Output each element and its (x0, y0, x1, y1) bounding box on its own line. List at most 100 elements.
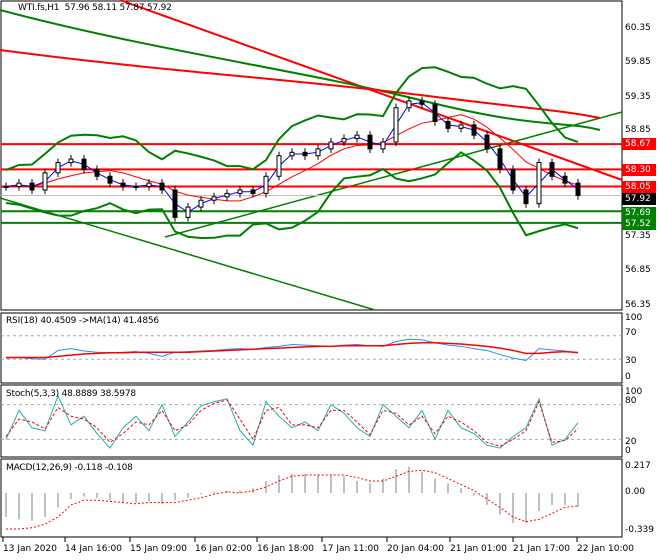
macd-histogram-bar (577, 493, 579, 508)
time-axis-label: 14 Jan 16:00 (65, 544, 122, 554)
candle-body (263, 175, 269, 194)
candle-body (562, 175, 568, 184)
ohlc-values: 57.96 58.11 57.87 57.92 (64, 3, 172, 13)
stoch-axis-label: 80 (625, 396, 637, 406)
candle-body (120, 182, 126, 188)
macd-histogram-bar (512, 493, 514, 523)
macd-histogram-bar (317, 475, 319, 493)
macd-histogram-bar (499, 493, 501, 515)
price-axis-label: 59.85 (625, 57, 651, 67)
candle-body (3, 186, 9, 189)
time-axis-label: 16 Jan 02:00 (195, 544, 252, 554)
macd-histogram-bar (135, 493, 137, 503)
candle-body (289, 151, 295, 157)
trading-chart[interactable] (0, 0, 660, 560)
candle-body (94, 168, 100, 177)
candle-body (159, 182, 165, 191)
price-panel (0, 0, 623, 311)
rsi-axis-label: 70 (625, 328, 637, 338)
price-axis-label: 59.35 (625, 92, 651, 102)
macd-histogram-bar (44, 493, 46, 517)
candle-body (445, 120, 451, 129)
macd-histogram-bar (538, 493, 540, 511)
indicators (1, 335, 622, 542)
candle-body (419, 100, 425, 105)
candle-body (575, 182, 581, 196)
macd-histogram-bar (447, 483, 449, 493)
price-tag-current: 57.92 (622, 193, 656, 205)
rsi-line (5, 338, 579, 362)
macd-axis-label: 0.00 (625, 487, 646, 497)
macd-histogram-bar (31, 493, 33, 521)
candle-body (276, 155, 282, 177)
rsi-axis-label: 30 (625, 356, 637, 366)
price-tag-support: 57.52 (622, 218, 656, 230)
candle-body (354, 134, 360, 140)
candle-body (133, 186, 139, 189)
stoch-k-line (5, 394, 579, 449)
candle-body (432, 103, 438, 122)
macd-histogram-bar (421, 471, 423, 493)
time-axis-label: 20 Jan 04:00 (387, 544, 444, 554)
macd-histogram-bar (122, 493, 124, 503)
time-axis-label: 21 Jan 17:00 (513, 544, 570, 554)
candle-body (549, 162, 555, 177)
candle-body (42, 172, 48, 191)
candle-body (185, 206, 191, 218)
candle-body (315, 148, 321, 157)
rsi-axis-label: 0 (625, 372, 631, 382)
long-ma-green (0, 9, 601, 131)
macd-histogram-bar (187, 493, 189, 498)
time-axis-label: 15 Jan 09:00 (130, 544, 187, 554)
macd-histogram-bar (148, 493, 150, 502)
macd-histogram-bar (460, 488, 462, 493)
candle-body (68, 158, 74, 164)
candle-body (302, 151, 308, 157)
macd-histogram-bar (369, 483, 371, 493)
macd-histogram-bar (18, 493, 20, 520)
stoch-axis-label: 0 (625, 446, 631, 456)
candle-body (250, 189, 256, 194)
rsi-label: RSI(18) 40.4509 ->MA(14) 41.4856 (6, 316, 159, 326)
time-axis-label: 21 Jan 01:00 (450, 544, 507, 554)
candle-body (393, 107, 399, 143)
time-axis-label: 16 Jan 18:00 (257, 544, 314, 554)
macd-histogram-bar (525, 493, 527, 523)
candle-body (536, 162, 542, 205)
candle-body (29, 182, 35, 191)
candle-body (471, 124, 477, 136)
macd-histogram-bar (473, 493, 475, 496)
macd-histogram-bar (174, 493, 176, 501)
macd-histogram-bar (96, 493, 98, 498)
candle-body (380, 141, 386, 150)
time-axis-label: 17 Jan 11:00 (322, 544, 379, 554)
candle-body (510, 168, 516, 191)
trend-lines[interactable] (0, 0, 623, 311)
candle-body (341, 138, 347, 143)
candle-body (16, 182, 22, 188)
chart-header: WTI.fs,H1 57.96 58.11 57.87 57.92 (18, 3, 172, 13)
time-axis-label: 13 Jan 2020 (3, 544, 57, 554)
macd-histogram-bar (83, 493, 85, 497)
macd-histogram-bar (564, 493, 566, 505)
price-axis-label: 58.85 (625, 125, 651, 135)
candle-body (198, 199, 204, 208)
candle-body (146, 182, 152, 188)
long-ma-red (0, 49, 601, 119)
stoch-label: Stoch(5,3,3) 48.8889 38.5978 (6, 389, 136, 399)
macd-histogram-bar (356, 481, 358, 493)
macd-histogram-bar (343, 476, 345, 493)
price-axis-label: 57.35 (625, 231, 651, 241)
price-axis-label: 56.35 (625, 300, 651, 310)
price-axis-label: 60.35 (625, 23, 651, 33)
macd-histogram-bar (330, 475, 332, 493)
macd-histogram-bar (5, 493, 7, 517)
macd-axis-label: 0.217 (625, 461, 651, 471)
candle-body (328, 141, 334, 150)
candle-body (237, 189, 243, 194)
rsi-axis-label: 100 (625, 313, 643, 323)
candle-body (484, 134, 490, 150)
price-levels[interactable] (1, 143, 622, 224)
symbol-label: WTI.fs,H1 (18, 3, 60, 13)
candle-body (224, 192, 230, 198)
